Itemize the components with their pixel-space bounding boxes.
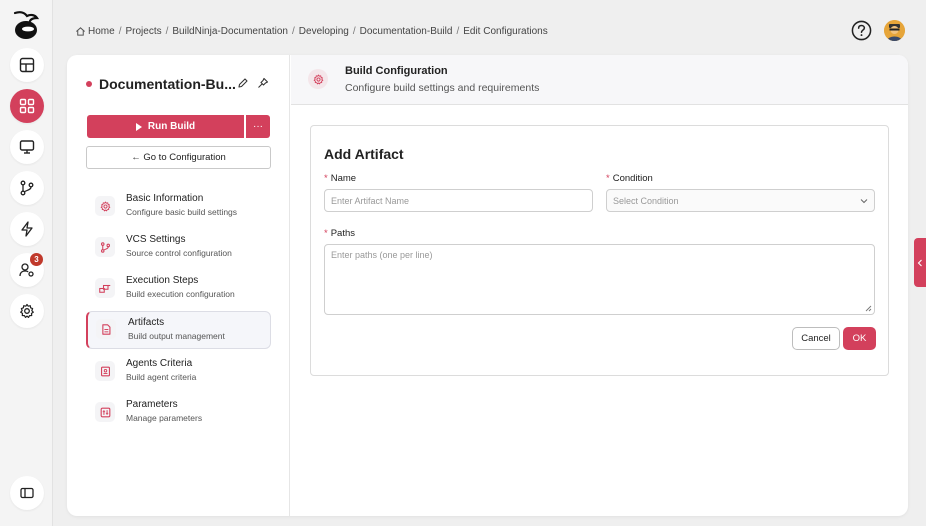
rail-dashboard-button[interactable] bbox=[10, 48, 44, 82]
paths-placeholder: Enter paths (one per line) bbox=[331, 250, 433, 260]
cancel-button[interactable]: Cancel bbox=[792, 327, 840, 350]
nav-item-subtitle: Source control configuration bbox=[126, 248, 232, 258]
nav-item-subtitle: Manage parameters bbox=[126, 413, 203, 423]
required-mark: * bbox=[324, 173, 328, 184]
nav-item-title: Parameters bbox=[126, 399, 178, 410]
rail-projects-button[interactable] bbox=[10, 89, 44, 123]
nav-item-subtitle: Build execution configuration bbox=[126, 289, 235, 299]
agent-icon bbox=[95, 361, 115, 381]
breadcrumb-separator: / bbox=[456, 25, 460, 37]
paths-textarea[interactable]: Enter paths (one per line) bbox=[324, 244, 875, 315]
nav-item-subtitle: Build output management bbox=[128, 331, 225, 341]
rail-settings-button[interactable] bbox=[10, 294, 44, 328]
nav-item-agents-criteria[interactable]: Agents Criteria Build agent criteria bbox=[86, 353, 271, 391]
condition-placeholder: Select Condition bbox=[613, 195, 679, 206]
breadcrumb-home[interactable]: Home bbox=[88, 26, 115, 37]
artifact-name-input[interactable]: Enter Artifact Name bbox=[324, 189, 593, 212]
dashboard-icon bbox=[19, 57, 35, 73]
project-title: Documentation-Bu... bbox=[86, 76, 236, 92]
nav-item-subtitle: Configure basic build settings bbox=[126, 207, 238, 217]
file-icon bbox=[96, 319, 116, 339]
nav-item-title: Basic Information bbox=[126, 193, 204, 204]
projects-icon bbox=[19, 98, 35, 114]
nav-item-title: VCS Settings bbox=[126, 234, 186, 245]
breadcrumb-projects[interactable]: Projects bbox=[125, 26, 161, 37]
panel-collapse-tab[interactable] bbox=[914, 238, 926, 287]
required-mark: * bbox=[324, 228, 328, 239]
nav-item-parameters[interactable]: Parameters Manage parameters bbox=[86, 394, 271, 432]
breadcrumb-build[interactable]: Documentation-Build bbox=[360, 26, 453, 37]
parameters-icon bbox=[95, 402, 115, 422]
nav-item-title: Agents Criteria bbox=[126, 358, 193, 369]
rail-sidebar-toggle-button[interactable] bbox=[10, 476, 44, 510]
gear-icon bbox=[95, 196, 115, 216]
resize-grip-icon[interactable] bbox=[865, 305, 872, 312]
notification-badge: 3 bbox=[30, 253, 43, 266]
nav-item-basic-information[interactable]: Basic Information Configure basic build … bbox=[86, 188, 271, 226]
paths-label-text: Paths bbox=[330, 228, 355, 239]
nav-item-execution-steps[interactable]: Execution Steps Build execution configur… bbox=[86, 270, 271, 308]
home-icon[interactable] bbox=[75, 26, 86, 37]
section-title: Build Configuration bbox=[345, 65, 448, 77]
breadcrumb-current: Edit Configurations bbox=[463, 25, 548, 37]
run-build-label: Run Build bbox=[147, 121, 196, 132]
branch-icon bbox=[95, 237, 115, 257]
play-icon bbox=[135, 122, 142, 131]
required-mark: * bbox=[606, 173, 610, 184]
lightning-icon bbox=[21, 221, 33, 237]
configuration-card: Documentation-Bu... Run Build ··· ← Go t… bbox=[67, 55, 908, 516]
avatar-icon bbox=[884, 20, 905, 41]
pencil-icon[interactable] bbox=[237, 77, 249, 89]
condition-label-text: Condition bbox=[612, 173, 653, 184]
user-avatar[interactable] bbox=[884, 20, 905, 41]
breadcrumb-branch[interactable]: Developing bbox=[299, 26, 349, 37]
breadcrumb-project[interactable]: BuildNinja-Documentation bbox=[172, 26, 288, 37]
nav-item-title: Execution Steps bbox=[126, 275, 199, 286]
config-sidebar: Documentation-Bu... Run Build ··· ← Go t… bbox=[67, 55, 290, 516]
nav-item-vcs-settings[interactable]: VCS Settings Source control configuratio… bbox=[86, 229, 271, 267]
name-label: * Name bbox=[324, 173, 356, 184]
branch-icon bbox=[20, 180, 34, 196]
ok-button[interactable]: OK bbox=[843, 327, 876, 350]
monitor-icon bbox=[19, 140, 35, 154]
nav-item-title: Artifacts bbox=[128, 317, 165, 328]
go-to-configuration-button[interactable]: ← Go to Configuration bbox=[86, 146, 271, 169]
breadcrumb-separator: / bbox=[352, 25, 356, 37]
run-options-button[interactable]: ··· bbox=[246, 115, 270, 138]
paths-label: * Paths bbox=[324, 228, 355, 239]
rail-branch-button[interactable] bbox=[10, 171, 44, 205]
add-artifact-form: Add Artifact * Name Enter Artifact Name *… bbox=[310, 125, 889, 376]
condition-select[interactable]: Select Condition bbox=[606, 189, 875, 212]
section-header: Build Configuration Configure build sett… bbox=[291, 55, 908, 105]
ninja-logo-icon[interactable] bbox=[11, 9, 41, 41]
sidebar-toggle-icon bbox=[20, 487, 34, 499]
status-dot bbox=[86, 81, 92, 87]
pin-icon[interactable] bbox=[257, 77, 269, 89]
steps-icon bbox=[95, 278, 115, 298]
rail-monitor-button[interactable] bbox=[10, 130, 44, 164]
name-label-text: Name bbox=[330, 173, 357, 184]
breadcrumb: Home / Projects / BuildNinja-Documentati… bbox=[75, 24, 548, 38]
nav-item-artifacts[interactable]: Artifacts Build output management bbox=[86, 311, 271, 349]
condition-label: * Condition bbox=[606, 173, 653, 184]
project-name: Documentation-Bu... bbox=[99, 76, 236, 92]
form-title: Add Artifact bbox=[324, 146, 404, 162]
chevron-down-icon bbox=[860, 199, 868, 204]
breadcrumb-separator: / bbox=[292, 25, 295, 37]
settings-icon bbox=[20, 303, 34, 318]
breadcrumb-separator: / bbox=[165, 25, 169, 37]
rail-lightning-button[interactable] bbox=[10, 212, 44, 246]
section-subtitle: Configure build settings and requirement… bbox=[345, 82, 540, 94]
breadcrumb-separator: / bbox=[118, 25, 122, 37]
chevron-left-icon bbox=[917, 259, 922, 266]
run-build-button[interactable]: Run Build bbox=[87, 115, 244, 138]
nav-item-subtitle: Build agent criteria bbox=[126, 372, 197, 382]
help-icon[interactable] bbox=[851, 20, 872, 41]
gear-icon bbox=[308, 69, 328, 89]
left-rail: 3 bbox=[0, 0, 53, 526]
